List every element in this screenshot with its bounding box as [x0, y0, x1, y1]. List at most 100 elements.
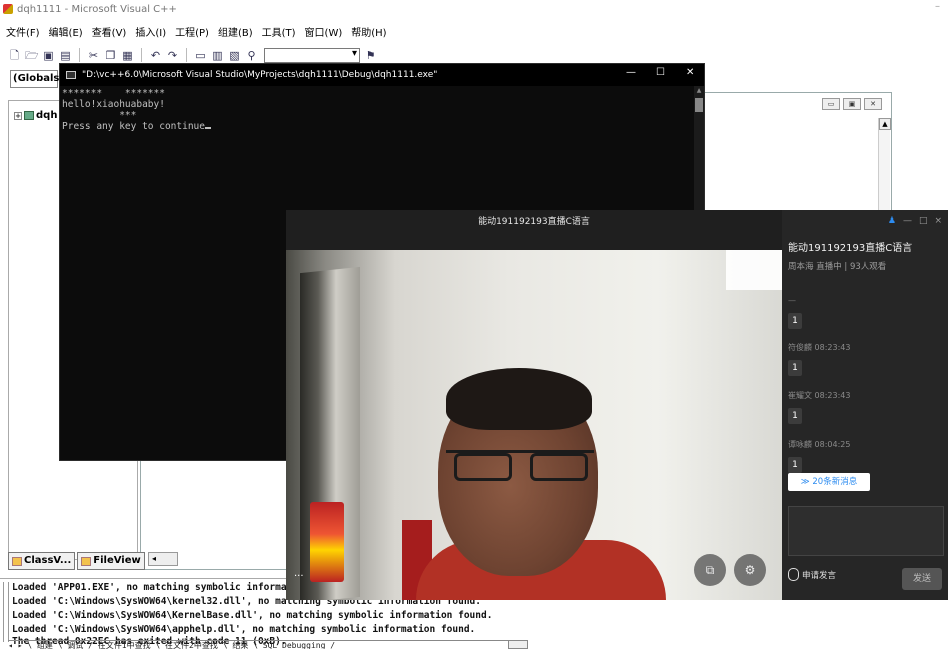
tab-fileview[interactable]: FileView — [77, 552, 145, 570]
menu-file[interactable]: 文件(F) — [6, 24, 40, 39]
tree-root-label: dqh — [36, 110, 58, 121]
toolbar-separator — [79, 48, 80, 62]
microphone-icon — [788, 568, 799, 581]
chat-message: 1 — [788, 408, 802, 424]
editor-minimize-icon[interactable]: ▭ — [822, 98, 840, 110]
scroll-up-icon[interactable]: ▲ — [879, 118, 891, 130]
paste-icon[interactable]: ▦ — [121, 49, 134, 62]
vc-title-bar: dqh1111 - Microsoft Visual C++ – — [0, 0, 948, 18]
menu-help[interactable]: 帮助(H) — [351, 24, 386, 39]
globals-combo[interactable]: (Globals) — [10, 70, 64, 88]
save-icon[interactable]: ▣ — [42, 49, 55, 62]
console-minimize-button[interactable]: — — [626, 67, 636, 78]
open-folder-icon[interactable]: 🗁 — [25, 49, 39, 62]
stream-title: 能动191192193直播C语言 — [788, 243, 913, 254]
chat-input[interactable] — [788, 506, 944, 556]
live-stream-window: 能动191192193直播C语言 ... ⧉ ⚙ ♟ — □ × 能动19119… — [286, 210, 948, 600]
menu-edit[interactable]: 编辑(E) — [49, 24, 83, 39]
output-line: Loaded 'C:\Windows\SysWOW64\KernelBase.d… — [12, 610, 493, 621]
live-maximize-button[interactable]: □ — [919, 216, 928, 226]
output-grip[interactable] — [3, 582, 9, 642]
video-poster — [310, 502, 344, 582]
screen-switch-icon[interactable]: ⧉ — [694, 554, 726, 586]
editor-window-controls: ▭ ▣ ✕ — [822, 98, 882, 110]
classview-icon — [12, 556, 22, 566]
editor-horizontal-scrollbar[interactable]: ◂ — [148, 552, 178, 566]
video-title: 能动191192193直播C语言 — [478, 217, 590, 227]
video-feed[interactable]: ... ⧉ ⚙ — [286, 250, 782, 600]
chat-message: 1 — [788, 360, 802, 376]
vc-minimize-button[interactable]: – — [935, 1, 940, 12]
chat-message: 1 — [788, 457, 802, 473]
stream-subtitle: 周本海 直播中 | 93人观看 — [788, 262, 887, 272]
scroll-thumb[interactable] — [695, 98, 703, 112]
workspace-tabs: ClassV... FileView — [8, 552, 145, 570]
toolbar-separator — [186, 48, 187, 62]
presenter-hair — [446, 368, 592, 430]
camera-settings-icon[interactable]: ⚙ — [734, 554, 766, 586]
project-icon — [24, 111, 34, 120]
find-in-files-icon[interactable]: ⚲ — [245, 49, 258, 62]
find-icon[interactable]: ⚑ — [364, 49, 377, 62]
copy-icon[interactable]: ❐ — [104, 49, 117, 62]
menu-view[interactable]: 查看(V) — [92, 24, 127, 39]
chat-sender: 崔耀文 08:23:43 — [788, 391, 851, 400]
live-window-controls: ♟ — □ × — [888, 216, 942, 226]
redo-icon[interactable]: ↷ — [166, 49, 179, 62]
output-horizontal-scrollbar[interactable] — [508, 640, 528, 649]
save-all-icon[interactable]: ▤ — [59, 49, 72, 62]
apply-speak-button[interactable]: 申请发言 — [788, 568, 836, 581]
editor-close-icon[interactable]: ✕ — [864, 98, 882, 110]
editor-restore-icon[interactable]: ▣ — [843, 98, 861, 110]
live-minimize-button[interactable]: — — [903, 216, 912, 226]
output-line: Loaded 'C:\Windows\SysWOW64\apphelp.dll'… — [12, 624, 476, 635]
toolbar-separator — [141, 48, 142, 62]
video-light — [726, 250, 782, 290]
apply-speak-label: 申请发言 — [802, 570, 837, 581]
send-button[interactable]: 发送 — [902, 568, 942, 590]
tab-classview[interactable]: ClassV... — [8, 552, 76, 570]
menu-build[interactable]: 组建(B) — [218, 24, 253, 39]
workspace-icon[interactable]: ▭ — [194, 49, 207, 62]
menu-insert[interactable]: 插入(I) — [135, 24, 166, 39]
output-tabs[interactable]: ◂ ▸ \ 组建 \ 调试 / 在文件1中查找 \ 在文件2中查找 \ 结果 \… — [8, 640, 528, 649]
output-window-icon[interactable]: ▥ — [211, 49, 224, 62]
tab-classview-label: ClassV... — [24, 555, 72, 566]
user-icon[interactable]: ♟ — [888, 216, 896, 226]
scroll-up-icon[interactable]: ▲ — [695, 87, 703, 95]
console-close-button[interactable]: ✕ — [686, 67, 694, 78]
live-close-button[interactable]: × — [934, 216, 942, 226]
menu-window[interactable]: 窗口(W) — [305, 24, 343, 39]
menu-project[interactable]: 工程(P) — [175, 24, 209, 39]
more-options-icon[interactable]: ... — [294, 568, 304, 579]
undo-icon[interactable]: ↶ — [149, 49, 162, 62]
chat-separator: — — [788, 296, 796, 305]
tab-fileview-label: FileView — [93, 555, 141, 566]
console-title: "D:\vc++6.0\Microsoft Visual Studio\MyPr… — [82, 70, 438, 80]
console-prompt-line: Press any key to continue — [62, 121, 696, 132]
vc-window-title: dqh1111 - Microsoft Visual C++ — [17, 3, 177, 15]
chat-sender: 谭咏麟 08:04:25 — [788, 440, 851, 449]
expand-icon[interactable]: + — [14, 111, 22, 120]
menu-tools[interactable]: 工具(T) — [262, 24, 296, 39]
console-line: *** — [62, 110, 137, 121]
console-maximize-button[interactable]: ☐ — [656, 67, 665, 78]
fileview-icon — [81, 556, 92, 566]
vc-menu-bar: 文件(F) 编辑(E) 查看(V) 插入(I) 工程(P) 组建(B) 工具(T… — [0, 22, 948, 40]
chat-sender: 符俊麟 08:23:43 — [788, 343, 851, 352]
console-icon — [66, 71, 76, 79]
cut-icon[interactable]: ✂ — [87, 49, 100, 62]
vc-app-icon — [3, 4, 13, 14]
window-list-icon[interactable]: ▧ — [228, 49, 241, 62]
find-combo[interactable] — [264, 47, 360, 63]
console-line: hello!xiaohuababy! — [62, 99, 165, 110]
live-side-panel: ♟ — □ × 能动191192193直播C语言 周本海 直播中 | 93人观看… — [782, 210, 948, 600]
workspace-tree-root[interactable]: + dqh — [14, 110, 57, 121]
console-line: Press any key to continue — [62, 121, 205, 132]
console-line: ******* ******* — [62, 88, 165, 99]
chat-message: 1 — [788, 313, 802, 329]
text-cursor — [205, 127, 211, 129]
console-title-bar[interactable]: "D:\vc++6.0\Microsoft Visual Studio\MyPr… — [60, 64, 704, 86]
new-messages-button[interactable]: ≫ 20条新消息 — [788, 473, 870, 491]
new-file-icon[interactable]: 🗋 — [8, 49, 21, 62]
